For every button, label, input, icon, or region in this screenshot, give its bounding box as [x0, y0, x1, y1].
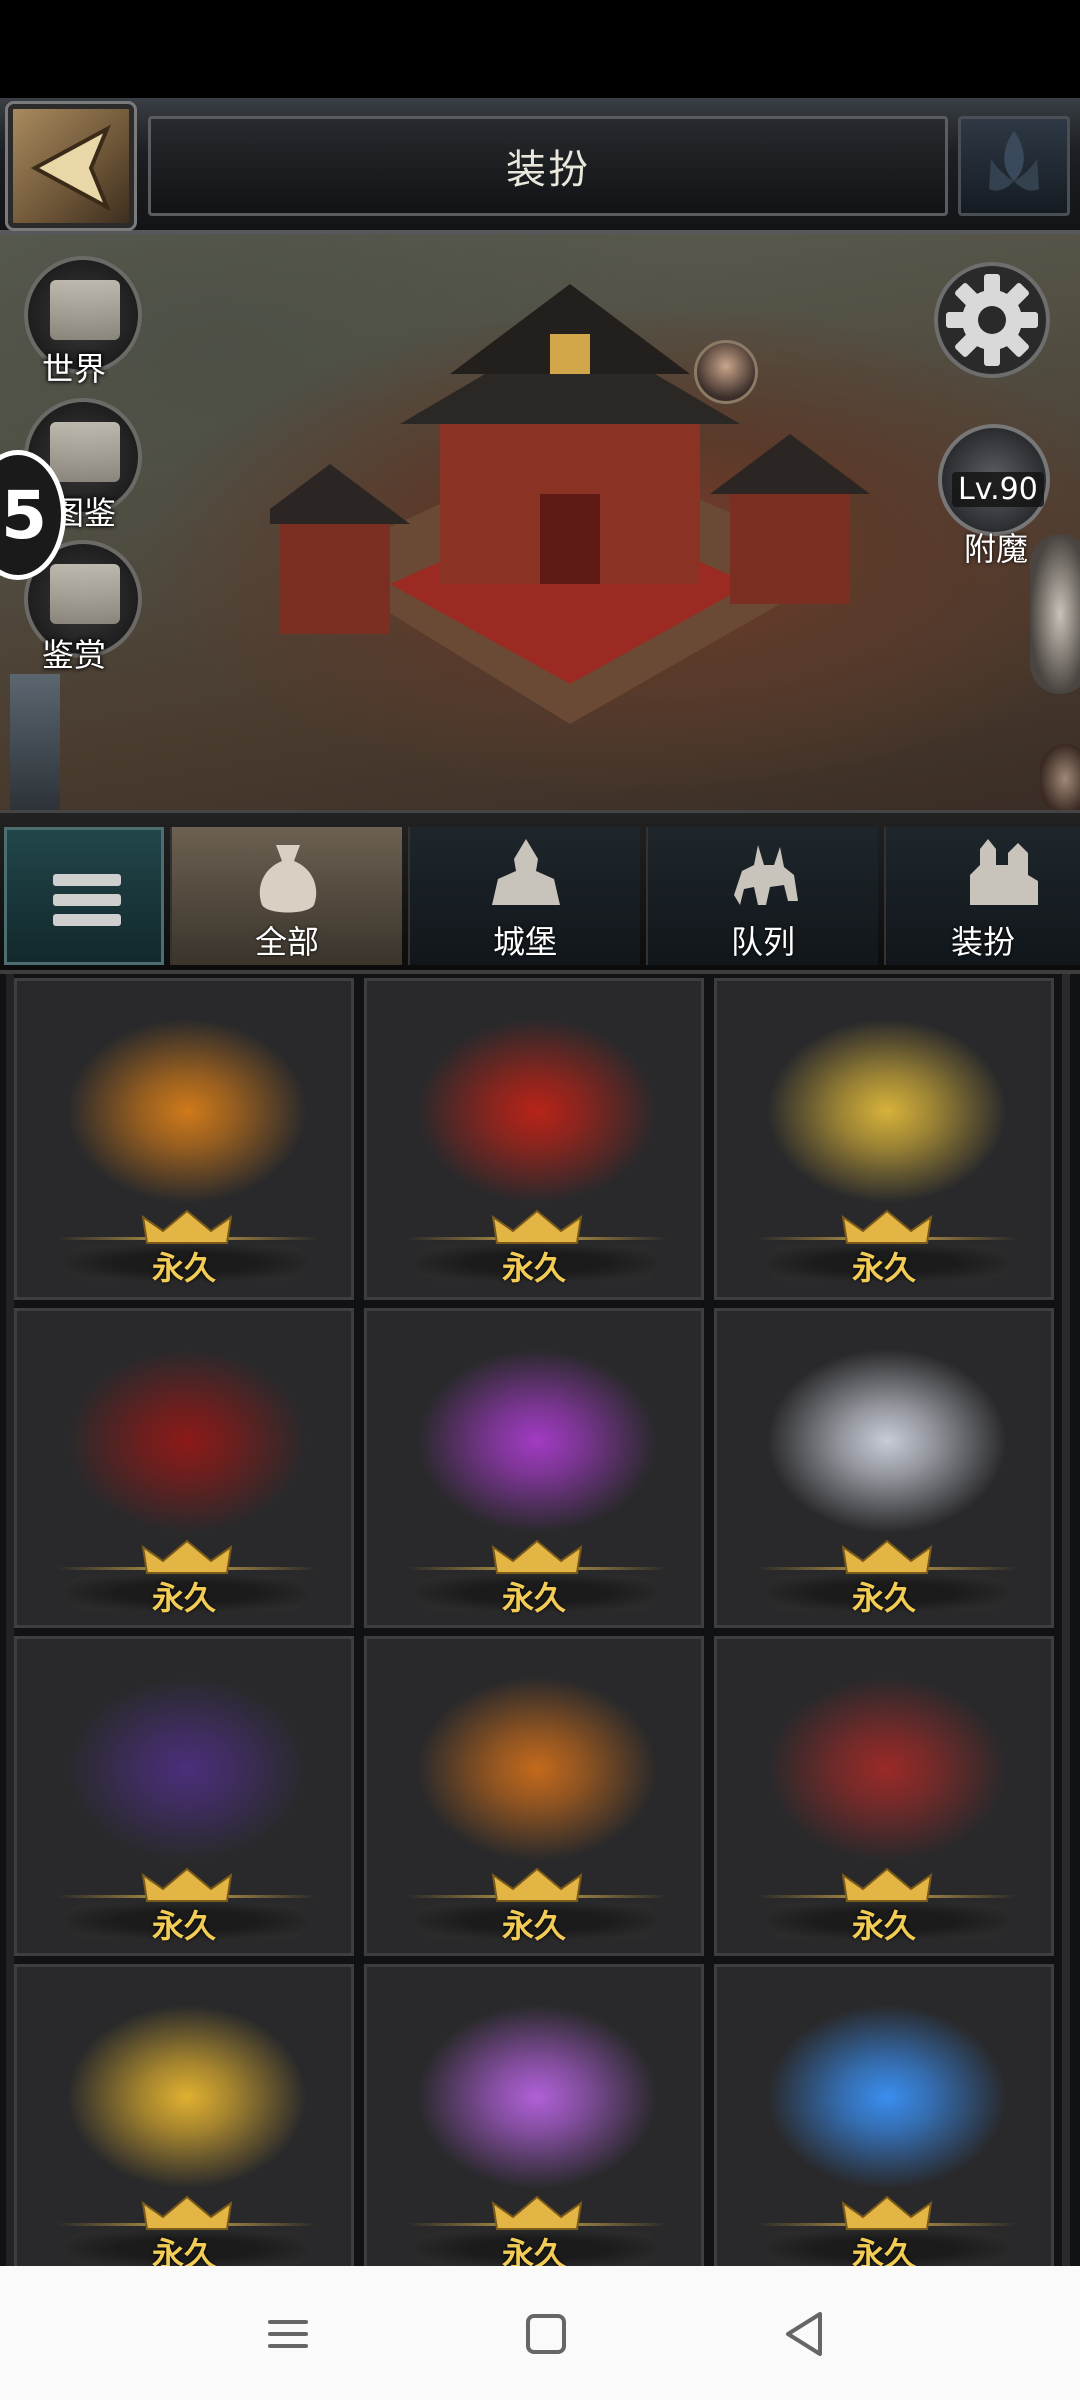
- item-artwork: [57, 1011, 317, 1211]
- world-label: 世界: [42, 350, 107, 388]
- header-bar: 装扮: [0, 98, 1080, 234]
- decoration-item[interactable]: 永久: [364, 1964, 704, 2266]
- decoration-item[interactable]: 永久: [714, 1308, 1054, 1628]
- tab-decor-label: 装扮: [950, 923, 1015, 961]
- menu-bar-icon: [53, 874, 121, 886]
- decoration-item[interactable]: 永久: [14, 978, 354, 1300]
- menu-nav-icon[interactable]: [248, 2294, 328, 2374]
- crown-icon: [491, 1539, 583, 1574]
- back-arrow-icon: [30, 124, 111, 212]
- count-badge-number: 5: [1, 476, 47, 554]
- tab-all[interactable]: 全部: [170, 827, 402, 965]
- crown-icon: [841, 1209, 933, 1244]
- grid-left-border: [6, 974, 14, 2266]
- banner-flag: [10, 674, 60, 810]
- crown-icon: [491, 1209, 583, 1244]
- duration-label: 永久: [851, 1579, 916, 1617]
- appreciate-icon: [50, 564, 120, 624]
- duration-label: 永久: [151, 2235, 216, 2266]
- decoration-grid: 永久 永久 永久 永久 永久 永久 永久 永久 永久 永久 永久 永久: [0, 974, 1080, 2266]
- crown-icon: [841, 2195, 933, 2230]
- side-character-portrait-2[interactable]: [1040, 744, 1080, 810]
- duration-label: 永久: [501, 1907, 566, 1945]
- status-bar: [0, 0, 1080, 98]
- settings-gear-icon[interactable]: [932, 260, 1052, 380]
- crown-icon: [841, 1539, 933, 1574]
- item-artwork: [57, 1669, 317, 1869]
- tab-all-label: 全部: [254, 923, 319, 961]
- decoration-item[interactable]: 永久: [364, 1308, 704, 1628]
- crown-icon: [141, 2195, 233, 2230]
- cavalry-icon: [734, 845, 798, 905]
- page-title: 装扮: [506, 147, 590, 193]
- hero-avatar[interactable]: [694, 340, 758, 404]
- level-label: Lv.90: [952, 472, 1044, 507]
- bag-icon: [259, 845, 317, 913]
- item-artwork: [757, 1011, 1017, 1211]
- emblem-button[interactable]: [958, 116, 1070, 216]
- decoration-item[interactable]: 永久: [364, 1636, 704, 1956]
- item-artwork: [57, 1341, 317, 1541]
- item-artwork: [407, 1997, 667, 2197]
- duration-label: 永久: [851, 1907, 916, 1945]
- crown-icon: [141, 1209, 233, 1244]
- item-artwork: [407, 1341, 667, 1541]
- duration-label: 永久: [501, 1579, 566, 1617]
- item-artwork: [407, 1669, 667, 1869]
- tab-castle[interactable]: 城堡: [408, 827, 640, 965]
- decoration-item[interactable]: 永久: [14, 1636, 354, 1956]
- appreciate-label: 鉴赏: [42, 636, 107, 674]
- duration-label: 永久: [501, 1249, 566, 1287]
- decoration-item[interactable]: 永久: [14, 1308, 354, 1628]
- menu-bar-icon: [53, 914, 121, 926]
- tab-troops[interactable]: 队列: [646, 827, 878, 965]
- fleur-emblem-icon: [989, 131, 1039, 191]
- crown-icon: [141, 1867, 233, 1902]
- decoration-item[interactable]: 永久: [714, 1964, 1054, 2266]
- menu-bar-icon: [53, 894, 121, 906]
- duration-label: 永久: [851, 2235, 916, 2266]
- decoration-item[interactable]: 永久: [714, 978, 1054, 1300]
- home-nav-icon[interactable]: [506, 2294, 586, 2374]
- tab-decor[interactable]: 装扮: [884, 827, 1080, 965]
- duration-label: 永久: [151, 1579, 216, 1617]
- duration-label: 永久: [151, 1249, 216, 1287]
- decoration-item[interactable]: 永久: [364, 978, 704, 1300]
- crown-icon: [841, 1867, 933, 1902]
- back-button[interactable]: [5, 101, 137, 231]
- tab-troops-label: 队列: [730, 923, 795, 961]
- decoration-item[interactable]: 永久: [714, 1636, 1054, 1956]
- palace-illustration: [270, 284, 870, 724]
- city-scene[interactable]: 世界 图鉴 鉴赏 5 Lv.90 附魔: [0, 234, 1080, 810]
- crown-icon: [141, 1539, 233, 1574]
- item-artwork: [57, 1997, 317, 2197]
- crown-icon: [491, 1867, 583, 1902]
- duration-label: 永久: [151, 1907, 216, 1945]
- system-nav-bar: [0, 2266, 1080, 2400]
- grid-scrollbar[interactable]: [1062, 974, 1070, 2266]
- item-artwork: [407, 1011, 667, 1211]
- item-artwork: [757, 1341, 1017, 1541]
- menu-button[interactable]: [4, 827, 164, 965]
- side-character-portrait[interactable]: [1030, 534, 1080, 694]
- world-map-icon: [50, 280, 120, 340]
- back-nav-icon[interactable]: [764, 2294, 844, 2374]
- item-artwork: [757, 1669, 1017, 1869]
- category-tab-bar: 全部 城堡 队列 装扮: [0, 810, 1080, 974]
- item-artwork: [757, 1997, 1017, 2197]
- enchant-label: 附魔: [964, 530, 1029, 568]
- title-plate: 装扮: [148, 116, 948, 216]
- codex-book-icon: [50, 422, 120, 482]
- tab-castle-label: 城堡: [492, 923, 557, 961]
- crown-icon: [491, 2195, 583, 2230]
- duration-label: 永久: [501, 2235, 566, 2266]
- castle-icon: [492, 839, 560, 905]
- fortress-icon: [970, 839, 1038, 905]
- duration-label: 永久: [851, 1249, 916, 1287]
- decoration-item[interactable]: 永久: [14, 1964, 354, 2266]
